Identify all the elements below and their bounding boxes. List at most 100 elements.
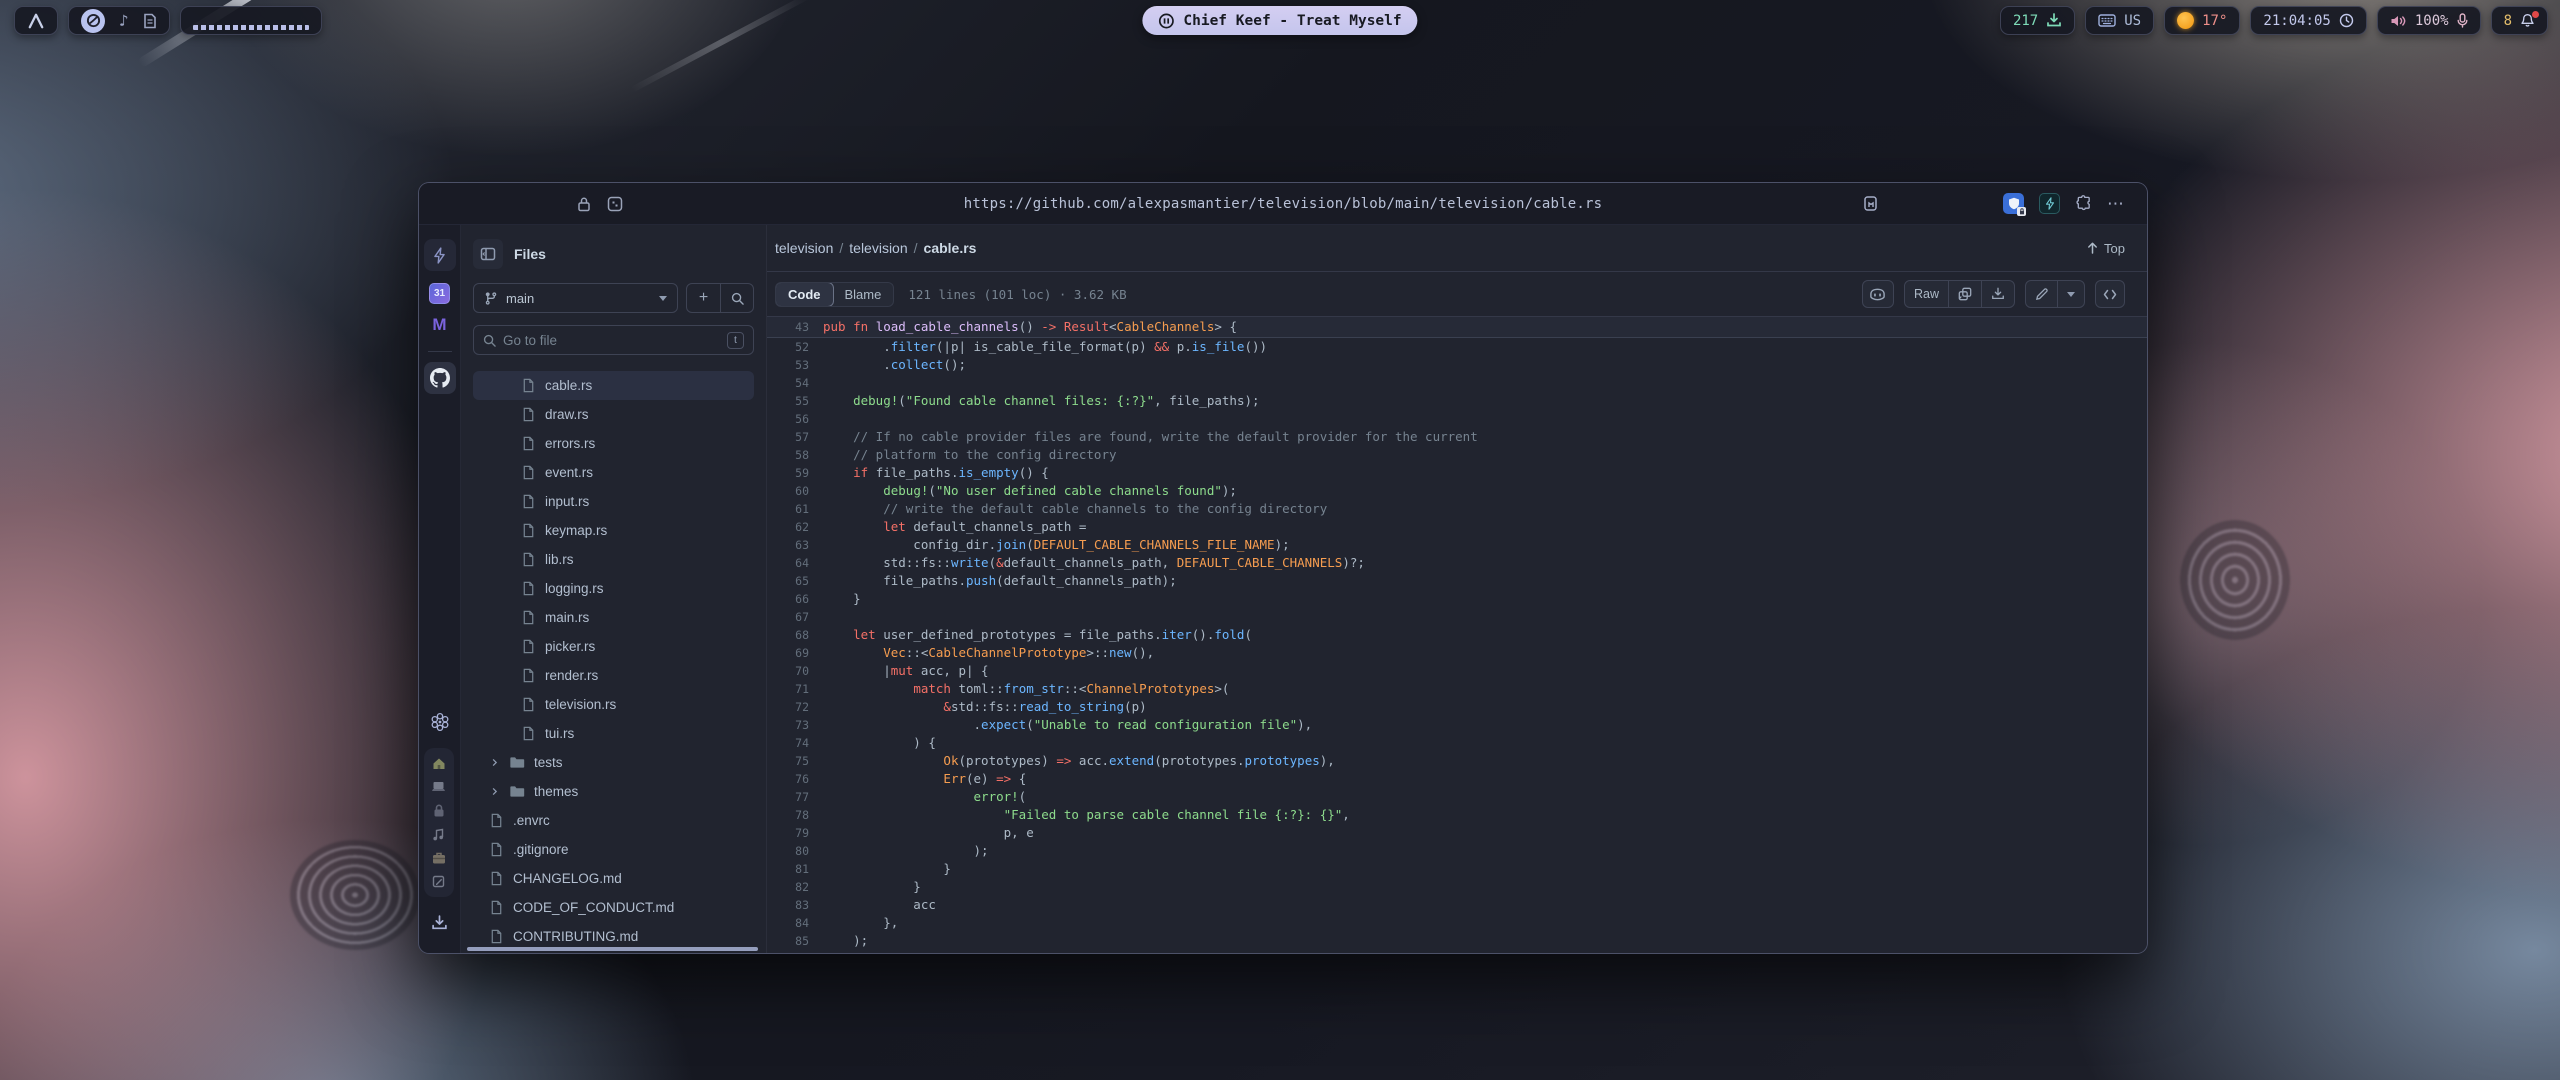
tree-file-tui.rs[interactable]: tui.rs [473,719,754,748]
raw-button[interactable]: Raw [1905,281,1948,307]
tree-folder-themes[interactable]: themes [473,777,754,806]
download-raw-button[interactable] [1981,281,2014,307]
tree-file-render.rs[interactable]: render.rs [473,661,754,690]
tree-file-event.rs[interactable]: event.rs [473,458,754,487]
code-line-56[interactable]: 56 [767,410,2147,428]
clock-module[interactable]: 21:04:05 [2250,6,2366,35]
line-number[interactable]: 52 [767,338,809,356]
edit-pencil-button[interactable] [2026,281,2057,307]
line-number[interactable]: 60 [767,482,809,500]
line-number[interactable]: 58 [767,446,809,464]
line-number[interactable]: 80 [767,842,809,860]
code-line-64[interactable]: 64 std::fs::write(&default_channels_path… [767,554,2147,572]
breadcrumb-dir-link[interactable]: television [849,240,907,256]
line-number[interactable]: 62 [767,518,809,536]
bookmark-tab-icon[interactable] [1863,195,1880,212]
code-line-61[interactable]: 61 // write the default cable channels t… [767,500,2147,518]
volume-module[interactable]: 100% [2377,6,2481,35]
tree-file-.gitignore[interactable]: .gitignore [473,835,754,864]
code-line-86[interactable]: 86 [767,950,2147,953]
launcher-button[interactable] [14,6,58,35]
code-line-74[interactable]: 74 ) { [767,734,2147,752]
code-line-69[interactable]: 69 Vec::<CableChannelPrototype>::new(), [767,644,2147,662]
line-number[interactable]: 82 [767,878,809,896]
code-line-58[interactable]: 58 // platform to the config directory [767,446,2147,464]
line-number[interactable]: 74 [767,734,809,752]
code-line-52[interactable]: 52 .filter(|p| is_cable_file_format(p) &… [767,338,2147,356]
tree-file-keymap.rs[interactable]: keymap.rs [473,516,754,545]
code-line-76[interactable]: 76 Err(e) => { [767,770,2147,788]
code-line-72[interactable]: 72 &std::fs::read_to_string(p) [767,698,2147,716]
keyboard-layout-module[interactable]: US [2085,6,2154,35]
workspace-briefcase-icon[interactable] [432,852,446,864]
tree-file-picker.rs[interactable]: picker.rs [473,632,754,661]
line-number[interactable]: 68 [767,626,809,644]
code-line-67[interactable]: 67 [767,608,2147,626]
puzzle-extensions-icon[interactable] [2075,195,2092,212]
edit-dropdown-button[interactable] [2057,281,2084,307]
line-number[interactable]: 66 [767,590,809,608]
code-line-59[interactable]: 59 if file_paths.is_empty() { [767,464,2147,482]
tree-file-input.rs[interactable]: input.rs [473,487,754,516]
code-line-73[interactable]: 73 .expect("Unable to read configuration… [767,716,2147,734]
code-line-83[interactable]: 83 acc [767,896,2147,914]
extension-grid-icon[interactable] [607,196,623,212]
pinned-tab-mail[interactable]: M [424,309,456,341]
line-number[interactable]: 55 [767,392,809,410]
lightning-extension-icon[interactable] [2039,193,2060,214]
tree-file-main.rs[interactable]: main.rs [473,603,754,632]
tree-file-logging.rs[interactable]: logging.rs [473,574,754,603]
shield-extension-icon[interactable] [2003,193,2024,214]
tab-github-active[interactable] [424,362,456,394]
line-number[interactable]: 79 [767,824,809,842]
line-number[interactable]: 61 [767,500,809,518]
document-app-icon[interactable] [143,13,157,29]
workspace-laptop-icon[interactable] [431,781,446,793]
downloads-icon[interactable] [424,907,456,939]
add-file-button[interactable]: + [687,284,720,312]
breadcrumb-repo-link[interactable]: television [775,240,833,256]
browser-menu-icon[interactable]: ⋯ [2107,194,2125,214]
line-number[interactable]: 65 [767,572,809,590]
music-app-icon[interactable]: ♪ [119,11,129,30]
line-number[interactable]: 57 [767,428,809,446]
line-number[interactable]: 76 [767,770,809,788]
code-line-80[interactable]: 80 ); [767,842,2147,860]
code-line-63[interactable]: 63 config_dir.join(DEFAULT_CABLE_CHANNEL… [767,536,2147,554]
tree-file-CHANGELOG.md[interactable]: CHANGELOG.md [473,864,754,893]
code-line-62[interactable]: 62 let default_channels_path = [767,518,2147,536]
code-line-57[interactable]: 57 // If no cable provider files are fou… [767,428,2147,446]
line-number[interactable]: 63 [767,536,809,554]
code-sticky[interactable]: 43pub fn load_cable_channels() -> Result… [767,317,2147,338]
line-number[interactable]: 59 [767,464,809,482]
code-line-82[interactable]: 82 } [767,878,2147,896]
pinned-tab-lightning[interactable] [424,239,456,271]
line-number[interactable]: 86 [767,950,809,953]
code-line-53[interactable]: 53 .collect(); [767,356,2147,374]
code-line-70[interactable]: 70 |mut acc, p| { [767,662,2147,680]
tab-blame[interactable]: Blame [833,283,894,306]
code-line-65[interactable]: 65 file_paths.push(default_channels_path… [767,572,2147,590]
tree-file-cable.rs[interactable]: cable.rs [473,371,754,400]
line-number[interactable]: 67 [767,608,809,626]
line-number[interactable]: 53 [767,356,809,374]
line-number[interactable]: 81 [767,860,809,878]
line-number[interactable]: 78 [767,806,809,824]
code-line-78[interactable]: 78 "Failed to parse cable channel file {… [767,806,2147,824]
line-number[interactable]: 83 [767,896,809,914]
tree-file-lib.rs[interactable]: lib.rs [473,545,754,574]
search-files-button[interactable] [720,284,753,312]
copy-raw-button[interactable] [1948,281,1981,307]
workspace-lock-icon[interactable] [433,804,445,817]
line-number[interactable]: 72 [767,698,809,716]
chevron-right-icon[interactable] [489,757,501,768]
line-number[interactable]: 43 [767,318,809,336]
tab-code[interactable]: Code [775,282,834,307]
tree-file-television.rs[interactable]: television.rs [473,690,754,719]
line-number[interactable]: 70 [767,662,809,680]
line-number[interactable]: 77 [767,788,809,806]
tree-file-Cargo.lock[interactable]: Cargo.lock [473,951,754,953]
line-number[interactable]: 85 [767,932,809,950]
url-bar[interactable]: https://github.com/alexpasmantier/televi… [964,196,1603,212]
code-line-55[interactable]: 55 debug!("Found cable channel files: {:… [767,392,2147,410]
